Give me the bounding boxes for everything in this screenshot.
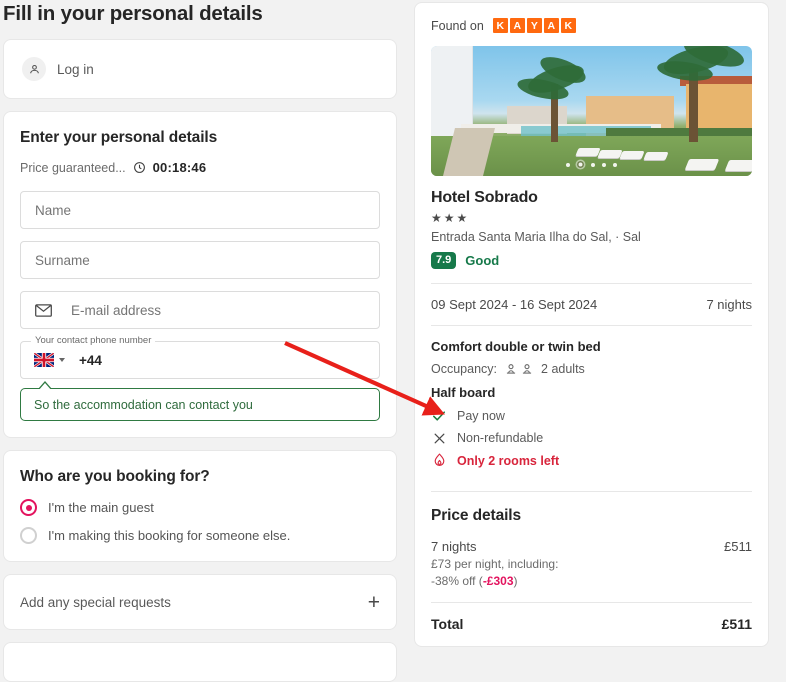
countdown-timer: 00:18:46	[152, 160, 207, 175]
cross-icon	[431, 432, 447, 445]
page-title: Fill in your personal details	[3, 2, 263, 25]
photo-lounger	[597, 150, 623, 158]
photo-lounger	[619, 151, 645, 159]
radio-someone-else[interactable]	[20, 527, 37, 544]
carousel-dots[interactable]	[431, 161, 752, 168]
hotel-address: Entrada Santa Maria Ilha do Sal, · Sal	[431, 230, 641, 244]
name-input[interactable]: Name	[20, 191, 380, 229]
email-input[interactable]: E-mail address	[20, 291, 380, 329]
phone-dial-code: +44	[79, 352, 102, 368]
occupancy-value: 2 adults	[541, 362, 585, 376]
check-icon	[431, 410, 447, 422]
total-amount: £511	[721, 616, 752, 632]
price-guarantee-row: Price guaranteed... 00:18:46	[20, 160, 380, 175]
envelope-icon	[35, 303, 71, 317]
hotel-name: Hotel Sobrado	[431, 189, 538, 206]
discount-amount: -£303	[482, 574, 514, 588]
name-input-placeholder: Name	[35, 202, 72, 218]
room-details-block: Comfort double or twin bed Occupancy: 2 …	[415, 326, 768, 491]
left-column: Fill in your personal details Log in Ent…	[0, 0, 414, 682]
phone-field-wrapper: Your contact phone number +44	[20, 335, 380, 379]
price-details-heading: Price details	[431, 507, 522, 524]
found-on-label: Found on	[431, 18, 484, 33]
carousel-dot[interactable]	[566, 162, 570, 167]
occupancy-label: Occupancy:	[431, 362, 498, 376]
price-nights-line: 7 nights £511	[431, 539, 752, 554]
kayak-letter: Y	[526, 18, 542, 33]
price-details-block: Price details 7 nights £511 £73 per nigh…	[415, 492, 768, 602]
login-card[interactable]: Log in	[3, 39, 397, 99]
personal-details-heading: Enter your personal details	[20, 129, 218, 146]
room-feature-label: Only 2 rooms left	[457, 453, 560, 468]
phone-hint-text: So the accommodation can contact you	[34, 397, 253, 412]
price-guarantee-label: Price guaranteed...	[20, 160, 126, 175]
price-discount-line: -38% off (-£303)	[431, 574, 752, 588]
total-label: Total	[431, 616, 464, 632]
stay-date-range: 09 Sept 2024 - 16 Sept 2024	[431, 297, 598, 312]
photo-lounger	[575, 148, 601, 156]
found-on-row: Found on K A Y A K	[431, 18, 752, 33]
price-nights-amount: £511	[724, 539, 752, 554]
carousel-dot[interactable]	[602, 162, 606, 167]
room-feature-non-refundable: Non-refundable	[431, 431, 752, 445]
special-requests-label: Add any special requests	[20, 594, 171, 610]
login-label: Log in	[57, 61, 94, 77]
user-icon	[22, 57, 46, 81]
chevron-down-icon[interactable]	[59, 358, 65, 362]
surname-input-placeholder: Surname	[35, 252, 90, 268]
board-type: Half board	[431, 385, 496, 400]
radio-main-guest[interactable]	[20, 499, 37, 516]
next-section-card	[3, 642, 397, 682]
price-nights-label: 7 nights	[431, 539, 477, 554]
occupancy-people-icons	[504, 362, 534, 376]
clock-icon	[133, 161, 146, 174]
surname-input[interactable]: Surname	[20, 241, 380, 279]
stay-nights: 7 nights	[706, 297, 752, 312]
booking-for-option-main-guest[interactable]: I'm the main guest	[20, 499, 380, 516]
booking-for-option-someone-else[interactable]: I'm making this booking for someone else…	[20, 527, 380, 544]
kayak-letter: A	[509, 18, 525, 33]
carousel-dot[interactable]	[613, 162, 617, 167]
hotel-rating-row: 7.9 Good	[431, 252, 752, 269]
radio-main-guest-label: I'm the main guest	[48, 500, 154, 515]
room-feature-label: Pay now	[457, 409, 505, 423]
flame-icon	[431, 453, 447, 468]
plus-icon[interactable]: +	[368, 592, 380, 613]
review-score-word: Good	[465, 253, 500, 268]
room-title: Comfort double or twin bed	[431, 339, 601, 354]
booking-for-card: Who are you booking for? I'm the main gu…	[3, 450, 397, 562]
kayak-letter: A	[543, 18, 559, 33]
hotel-star-rating: ★★★	[431, 211, 470, 225]
carousel-dot-active[interactable]	[577, 161, 584, 168]
room-feature-rooms-left: Only 2 rooms left	[431, 453, 752, 468]
phone-field-legend: Your contact phone number	[31, 335, 156, 346]
phone-hint-tooltip: So the accommodation can contact you	[20, 381, 380, 421]
stay-dates-row: 09 Sept 2024 - 16 Sept 2024 7 nights	[415, 284, 768, 325]
booking-summary-card: Found on K A Y A K Hotel Sobrado ★★★ Ent…	[414, 2, 769, 647]
review-score-badge: 7.9	[431, 252, 457, 269]
hotel-photo[interactable]	[431, 46, 752, 176]
room-feature-pay-now: Pay now	[431, 409, 752, 423]
radio-someone-else-label: I'm making this booking for someone else…	[48, 528, 291, 543]
booking-for-heading: Who are you booking for?	[20, 468, 210, 485]
discount-prefix: -38% off (	[431, 574, 483, 588]
discount-suffix: )	[513, 574, 518, 588]
total-row: Total £511	[415, 603, 768, 632]
uk-flag-icon	[34, 353, 54, 367]
price-per-night: £73 per night, including:	[431, 557, 559, 571]
booking-checkout-page: Fill in your personal details Log in Ent…	[0, 0, 786, 682]
photo-lounger	[643, 152, 669, 160]
occupancy-row: Occupancy: 2 adults	[431, 362, 752, 376]
right-column: Found on K A Y A K Hotel Sobrado ★★★ Ent…	[414, 0, 772, 647]
summary-top-section: Found on K A Y A K Hotel Sobrado ★★★ Ent…	[415, 3, 768, 269]
email-input-placeholder: E-mail address	[71, 302, 162, 318]
phone-input[interactable]: +44	[20, 341, 380, 379]
kayak-letter: K	[492, 18, 508, 33]
kayak-logo: K A Y A K	[492, 18, 576, 33]
personal-details-card: Enter your personal details Price guaran…	[3, 111, 397, 438]
kayak-letter: K	[560, 18, 576, 33]
room-feature-label: Non-refundable	[457, 431, 544, 445]
special-requests-card[interactable]: Add any special requests +	[3, 574, 397, 630]
carousel-dot[interactable]	[591, 162, 595, 167]
